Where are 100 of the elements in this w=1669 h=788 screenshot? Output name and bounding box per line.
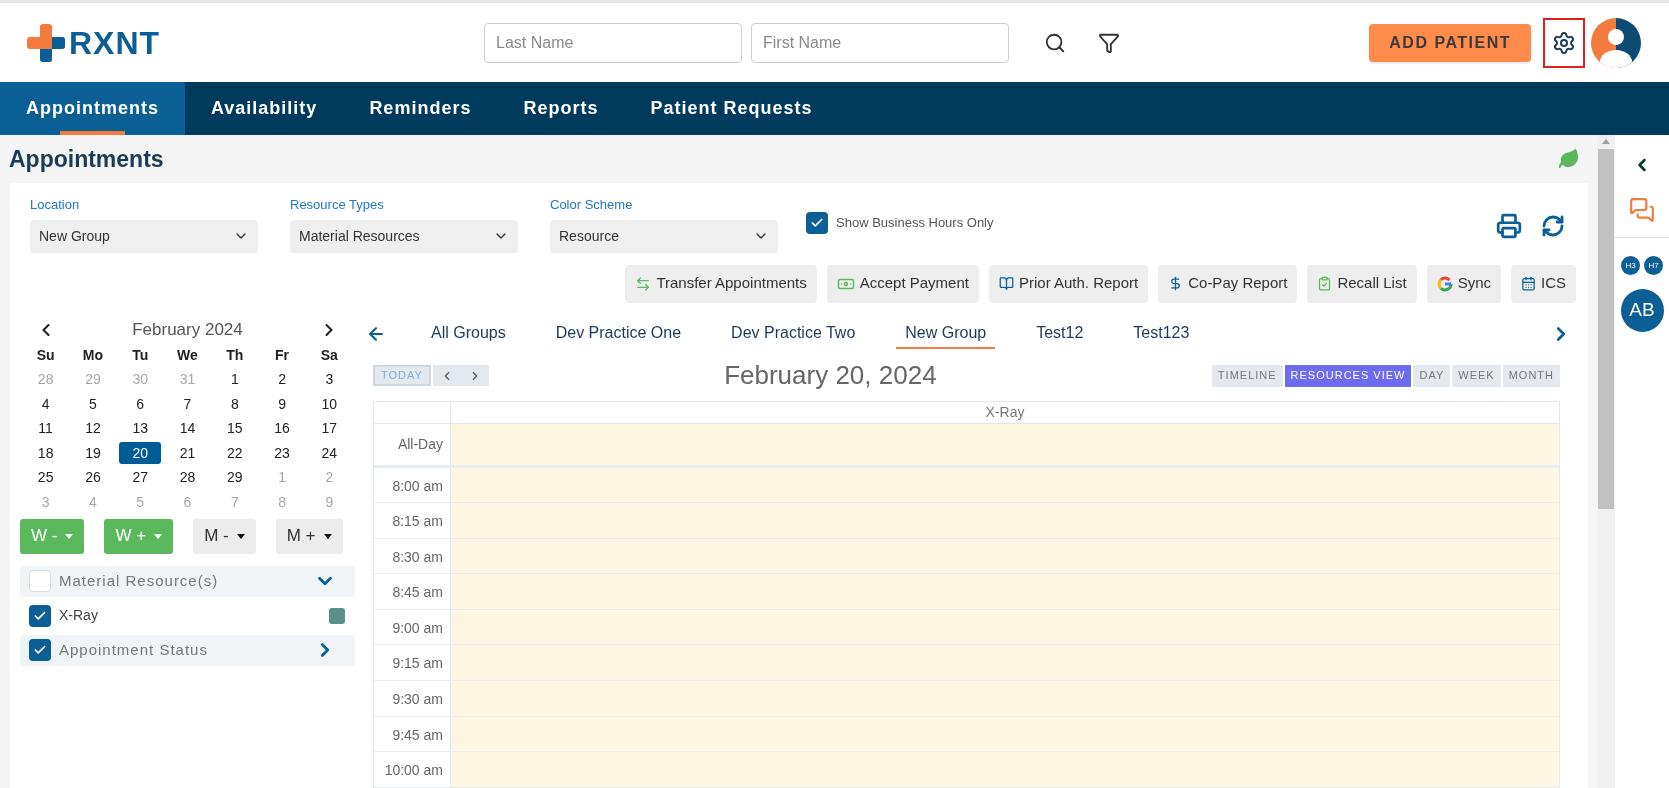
column-header: X-Ray [984,402,1026,422]
calendar-day[interactable]: 2 [261,368,304,391]
user-badge[interactable]: H7 [1644,256,1663,275]
calendar-day[interactable]: 16 [261,417,304,440]
calendar-day[interactable]: 26 [71,466,114,489]
calendar-day[interactable]: 1 [213,368,256,391]
calendar-day[interactable]: 14 [166,417,209,440]
accordion-header[interactable]: Material Resource(s) [20,565,355,597]
settings-button[interactable] [1543,17,1585,68]
calendar-day[interactable]: 21 [166,442,209,465]
date-title: February 20, 2024 [724,359,937,392]
group-tab[interactable]: New Group [896,318,996,349]
calendar-day[interactable]: 4 [24,393,67,416]
settings-icon [1552,30,1576,55]
print-icon[interactable] [1496,213,1522,239]
resource-label: X-Ray [59,606,98,625]
checkbox[interactable] [29,570,51,592]
next-day-button[interactable] [460,365,489,386]
search-field[interactable]: Last Name [484,22,742,63]
calendar-day[interactable]: 23 [261,442,304,465]
checkbox[interactable] [29,639,51,661]
filter-icon[interactable] [1098,31,1120,54]
action-button[interactable]: Sync [1426,264,1501,303]
calendar-day[interactable]: 8 [213,393,256,416]
user-badge[interactable]: H3 [1621,256,1640,275]
logo-text: RXNT [69,23,161,63]
calendar-day[interactable]: 25 [24,466,67,489]
add-patient-button[interactable]: ADD PATIENT [1369,23,1531,62]
view-button[interactable]: TIMELINE [1211,364,1283,387]
checkbox[interactable] [806,212,828,234]
calendar-day[interactable]: 5 [71,393,114,416]
calendar-day[interactable]: 24 [308,442,351,465]
weekday-label: Fr [274,345,291,365]
calendar-day[interactable]: 12 [71,417,114,440]
range-button[interactable]: M - [193,518,256,554]
view-button[interactable]: DAY [1413,364,1451,387]
check-icon [810,216,824,230]
filter-select[interactable]: Resource [550,219,778,253]
action-button[interactable]: Co-Pay Report [1158,264,1298,303]
filter-select[interactable]: Material Resources [290,219,518,253]
calendar-day[interactable]: 27 [119,466,162,489]
view-button[interactable]: WEEK [1452,364,1501,387]
checkbox[interactable] [29,604,51,627]
calendar-day[interactable]: 20 [119,442,162,465]
scrollbar[interactable] [1597,135,1615,788]
calendar-day[interactable]: 29 [213,466,256,489]
weekday-label: Mo [81,345,105,365]
calendar-day[interactable]: 6 [119,393,162,416]
cross-logo-icon [27,23,65,62]
clipboard-check-icon [1317,276,1333,291]
calendar-day[interactable]: 11 [24,417,67,440]
calendar-day[interactable]: 15 [213,417,256,440]
calendar-day[interactable]: 22 [213,442,256,465]
caret-icon [323,533,332,539]
action-button[interactable]: Transfer Appointments [625,264,817,303]
calendar-day[interactable]: 10 [308,393,351,416]
nav-tab[interactable]: Reports [497,82,625,135]
range-button[interactable]: M + [275,518,343,554]
action-button[interactable]: ICS [1511,264,1576,303]
calendar-day[interactable]: 9 [261,393,304,416]
filter-select[interactable]: New Group [30,219,258,253]
group-tab[interactable]: Test12 [1027,318,1093,349]
calendar-day[interactable]: 3 [308,368,351,391]
calendar-day[interactable]: 18 [24,442,67,465]
scrollbar-thumb[interactable] [1598,149,1614,509]
leaf-icon [1558,148,1580,170]
caret-icon [65,533,74,539]
calendar-day[interactable]: 7 [166,393,209,416]
caret-icon [236,533,245,539]
accordion-header[interactable]: Appointment Status [20,634,355,666]
nav-tab[interactable]: Appointments [0,82,185,135]
calendar-day[interactable]: 28 [166,466,209,489]
action-button[interactable]: Recall List [1307,264,1417,303]
caret-icon [154,533,163,539]
nav-tab[interactable]: Availability [185,82,344,135]
search-field[interactable]: First Name [751,22,1009,63]
accordion-title: Appointment Status [59,639,208,660]
user-avatar[interactable]: AB [1620,289,1664,332]
action-button[interactable]: Prior Auth. Report [988,264,1149,303]
nav-tab[interactable]: Reminders [343,82,498,135]
group-tab[interactable]: Dev Practice Two [722,318,865,349]
calendar-day[interactable]: 13 [119,417,162,440]
group-tab[interactable]: All Groups [422,318,515,349]
filter-label: Location [30,196,81,214]
action-button[interactable]: Accept Payment [826,264,979,303]
nav-tab[interactable]: Patient Requests [624,82,839,135]
group-tab[interactable]: Dev Practice One [546,318,691,349]
refresh-icon[interactable] [1541,214,1565,238]
calendar-day[interactable]: 17 [308,417,351,440]
calendar-day[interactable]: 19 [71,442,114,465]
view-button[interactable]: MONTH [1502,364,1560,387]
month-title: February 2024 [132,318,243,341]
group-tab[interactable]: Test123 [1124,318,1199,349]
page-title: Appointments [9,144,164,174]
avatar-icon[interactable] [1591,17,1641,68]
view-button[interactable]: RESOURCES VIEW [1284,364,1412,387]
chat-icon[interactable] [1629,197,1655,223]
book-icon [998,276,1014,291]
search-icon[interactable] [1044,31,1066,54]
previous-day-button[interactable] [432,365,461,386]
